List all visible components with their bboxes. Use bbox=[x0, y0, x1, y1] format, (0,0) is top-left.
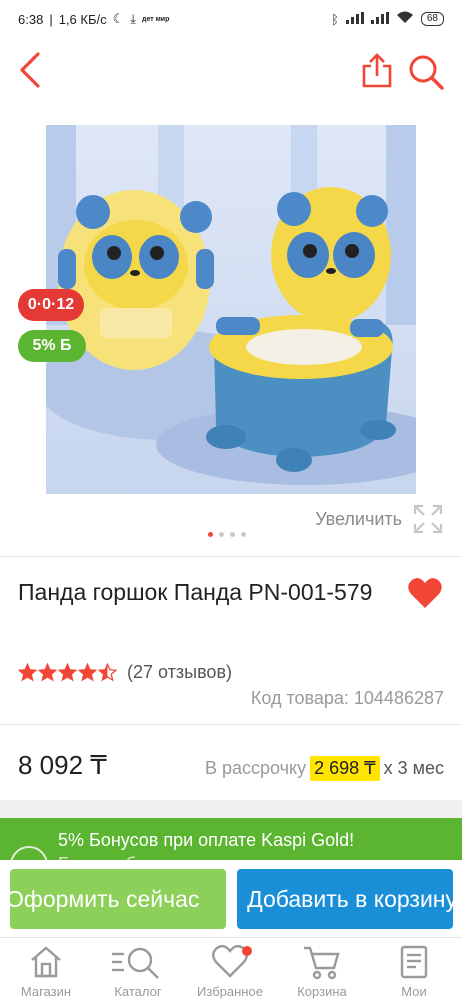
reviews-count[interactable]: (27 отзывов) bbox=[127, 662, 232, 683]
signal-icon-2 bbox=[370, 11, 389, 27]
installment-badge: 0·0·12 bbox=[18, 289, 84, 321]
tab-favorites-label: Избранное bbox=[197, 984, 263, 999]
tab-mine-label: Мои bbox=[401, 984, 427, 999]
add-to-cart-label: Добавить в корзину bbox=[247, 885, 453, 912]
installment-info: В рассрочку 2 698 ₸ х 3 мес bbox=[205, 756, 444, 781]
tab-cart-label: Корзина bbox=[297, 984, 347, 999]
cart-icon bbox=[304, 946, 340, 980]
star-icon bbox=[78, 663, 97, 682]
status-bar: 6:38 | 1,6 КБ/с ☾ ⤓ дет мир ᛒ 68 bbox=[0, 0, 462, 38]
orders-icon bbox=[400, 945, 428, 979]
search-icon[interactable] bbox=[406, 52, 446, 92]
product-price: 8 092 ₸ bbox=[18, 750, 107, 780]
tab-shop[interactable]: Магазин bbox=[0, 944, 92, 999]
rating-stars bbox=[18, 663, 117, 682]
bonus-badge: 5% Б bbox=[18, 330, 86, 362]
status-separator: | bbox=[49, 11, 53, 27]
product-title: Панда горшок Панда PN-001-579 bbox=[18, 579, 373, 605]
bottom-tab-bar: Магазин Каталог Избранное Корзина Мои bbox=[0, 937, 462, 1000]
moon-icon: ☾ bbox=[112, 11, 125, 26]
tab-catalog[interactable]: Каталог bbox=[92, 944, 184, 999]
zoom-label: Увеличить bbox=[315, 508, 402, 529]
download-icon: ⤓ bbox=[130, 11, 137, 26]
catalog-icon bbox=[112, 947, 159, 979]
back-arrow-icon[interactable] bbox=[12, 50, 52, 90]
rating-row[interactable]: (27 отзывов) bbox=[18, 662, 232, 683]
promo-line-1: 5% Бонусов при оплате Kaspi Gold! bbox=[58, 830, 355, 850]
add-to-cart-button[interactable]: Добавить в корзину bbox=[237, 869, 453, 929]
installment-term: х 3 мес bbox=[383, 758, 444, 778]
gallery-dot-4[interactable] bbox=[241, 532, 246, 537]
buy-now-button[interactable]: Оформить сейчас bbox=[10, 869, 226, 929]
app-badge-icon: дет мир bbox=[142, 15, 170, 23]
wifi-icon bbox=[396, 11, 414, 27]
expand-icon bbox=[412, 503, 444, 535]
status-speed: 1,6 КБ/с bbox=[58, 11, 107, 27]
bluetooth-icon: ᛒ bbox=[331, 11, 339, 27]
star-icon bbox=[38, 663, 57, 682]
signal-icon bbox=[345, 11, 364, 27]
status-time: 6:38 bbox=[18, 11, 44, 27]
installment-prefix: В рассрочку bbox=[204, 758, 307, 778]
divider bbox=[0, 556, 462, 557]
tab-catalog-label: Каталог bbox=[114, 984, 162, 999]
heart-icon[interactable] bbox=[407, 576, 443, 610]
star-icon bbox=[58, 663, 77, 682]
top-bar bbox=[0, 40, 462, 100]
battery-indicator: 68 bbox=[420, 12, 444, 26]
tab-shop-label: Магазин bbox=[20, 984, 72, 999]
gallery-dot-3[interactable] bbox=[230, 532, 235, 537]
zoom-button[interactable]: Увеличить bbox=[315, 503, 444, 535]
section-spacer bbox=[0, 800, 462, 818]
buy-now-label: Оформить сейчас bbox=[10, 885, 200, 912]
favorites-notification-dot bbox=[242, 946, 252, 956]
product-image[interactable] bbox=[46, 125, 416, 494]
gallery-pagination bbox=[208, 532, 246, 537]
gallery-dot-1[interactable] bbox=[208, 532, 213, 537]
gallery-dot-2[interactable] bbox=[219, 532, 224, 537]
installment-amount: 2 698 ₸ bbox=[310, 756, 380, 781]
tab-cart[interactable]: Корзина bbox=[276, 944, 368, 999]
star-icon bbox=[18, 663, 37, 682]
tab-mine[interactable]: Мои bbox=[368, 944, 460, 999]
share-icon[interactable] bbox=[360, 52, 396, 88]
potty-illustration bbox=[46, 125, 416, 494]
tab-favorites[interactable]: Избранное bbox=[184, 944, 276, 999]
product-sku: Код товара: 104486287 bbox=[250, 688, 444, 708]
home-icon bbox=[31, 946, 61, 978]
action-buttons: Оформить сейчас Добавить в корзину bbox=[0, 860, 462, 940]
divider bbox=[0, 724, 462, 725]
star-icon bbox=[98, 663, 117, 682]
